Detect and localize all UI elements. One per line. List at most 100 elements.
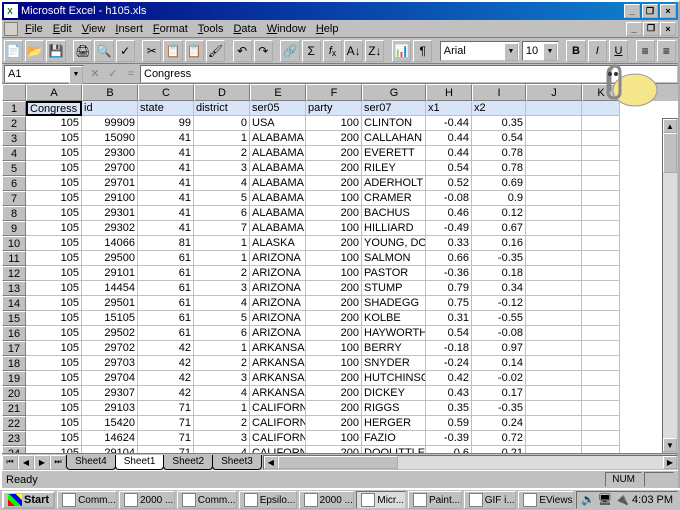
row-header[interactable]: 15 (2, 311, 26, 326)
cell[interactable]: 29307 (82, 386, 138, 401)
row-header[interactable]: 20 (2, 386, 26, 401)
cell[interactable]: 200 (306, 161, 362, 176)
col-header-I[interactable]: I (472, 84, 526, 101)
cell[interactable]: 0.31 (426, 311, 472, 326)
row-header[interactable]: 16 (2, 326, 26, 341)
autosum-button[interactable]: Σ (302, 40, 321, 62)
cell[interactable]: HERGER (362, 416, 426, 431)
cell[interactable]: 61 (138, 311, 194, 326)
cell[interactable] (526, 251, 582, 266)
chart-button[interactable]: 📊 (392, 40, 411, 62)
cell[interactable]: ARKANSAS (250, 356, 306, 371)
cell[interactable] (526, 326, 582, 341)
cell[interactable]: 71 (138, 431, 194, 446)
tray-icon[interactable]: 🔌 (615, 493, 629, 507)
col-header-G[interactable]: G (362, 84, 426, 101)
cell[interactable]: 29703 (82, 356, 138, 371)
cell[interactable] (526, 371, 582, 386)
cell[interactable] (526, 176, 582, 191)
row-header[interactable]: 21 (2, 401, 26, 416)
cell[interactable]: 0.12 (472, 206, 526, 221)
font-name-select[interactable]: Arial (440, 41, 520, 61)
cell[interactable]: 29500 (82, 251, 138, 266)
cell[interactable]: ARKANSAS (250, 341, 306, 356)
cell[interactable]: 105 (26, 356, 82, 371)
prev-sheet-button[interactable]: ◀ (18, 455, 34, 470)
cell[interactable]: 105 (26, 146, 82, 161)
cell[interactable]: 200 (306, 131, 362, 146)
cell[interactable]: 0.14 (472, 356, 526, 371)
cell[interactable]: 105 (26, 221, 82, 236)
sheet-tab-sheet3[interactable]: Sheet3 (212, 455, 262, 470)
cell[interactable]: 0.75 (426, 296, 472, 311)
cell[interactable]: 3 (194, 431, 250, 446)
cell[interactable]: district (194, 101, 250, 116)
cell[interactable] (526, 116, 582, 131)
cell[interactable]: CLINTON (362, 116, 426, 131)
cell[interactable]: 105 (26, 311, 82, 326)
cell[interactable]: 200 (306, 386, 362, 401)
cell[interactable]: 200 (306, 236, 362, 251)
cell[interactable]: 42 (138, 371, 194, 386)
cell[interactable]: 61 (138, 326, 194, 341)
cell[interactable]: 105 (26, 416, 82, 431)
cell[interactable]: YOUNG, DON (362, 236, 426, 251)
cell[interactable]: 200 (306, 326, 362, 341)
cell[interactable] (582, 281, 620, 296)
vscroll-thumb[interactable] (663, 133, 677, 173)
cell[interactable]: id (82, 101, 138, 116)
tray-icon[interactable]: 🔊 (581, 493, 595, 507)
row-header[interactable]: 5 (2, 161, 26, 176)
cell[interactable]: 4 (194, 176, 250, 191)
cell[interactable] (582, 116, 620, 131)
bold-button[interactable]: B (566, 40, 585, 62)
cell[interactable]: x2 (472, 101, 526, 116)
cell[interactable]: 15105 (82, 311, 138, 326)
cell[interactable]: STUMP (362, 281, 426, 296)
cell[interactable] (582, 146, 620, 161)
cell[interactable] (582, 206, 620, 221)
cell[interactable]: 0.66 (426, 251, 472, 266)
spell-button[interactable]: ✓ (116, 40, 135, 62)
cell[interactable]: -0.35 (472, 251, 526, 266)
cell[interactable]: 6 (194, 206, 250, 221)
cell[interactable]: 41 (138, 206, 194, 221)
cell[interactable]: 2 (194, 356, 250, 371)
scroll-right-button[interactable]: ▶ (663, 456, 677, 469)
cell[interactable]: ARIZONA (250, 266, 306, 281)
cell[interactable]: DICKEY (362, 386, 426, 401)
row-header[interactable]: 24 (2, 446, 26, 453)
row-header[interactable]: 18 (2, 356, 26, 371)
cell[interactable] (582, 341, 620, 356)
taskbar-app-button[interactable]: GIF i... (464, 491, 517, 509)
font-size-select[interactable]: 10 (522, 41, 559, 61)
cell[interactable]: 29101 (82, 266, 138, 281)
cell[interactable]: 41 (138, 131, 194, 146)
cell[interactable]: 41 (138, 191, 194, 206)
cell[interactable]: ALABAMA (250, 131, 306, 146)
row-header[interactable]: 13 (2, 281, 26, 296)
hyperlink-button[interactable]: 🔗 (280, 40, 299, 62)
cell[interactable]: -0.08 (426, 191, 472, 206)
cell[interactable]: 99 (138, 116, 194, 131)
cell[interactable]: 7 (194, 221, 250, 236)
cell[interactable]: 200 (306, 371, 362, 386)
cell[interactable]: 41 (138, 146, 194, 161)
sheet-tab-sheet1[interactable]: Sheet1 (115, 455, 165, 470)
col-header-A[interactable]: A (26, 84, 82, 101)
tray-icon[interactable]: 🖥 (598, 493, 612, 507)
cell[interactable] (526, 401, 582, 416)
cell[interactable]: 29301 (82, 206, 138, 221)
col-header-F[interactable]: F (306, 84, 362, 101)
cell[interactable]: 0.24 (472, 416, 526, 431)
cell[interactable] (582, 356, 620, 371)
open-button[interactable]: 📂 (25, 40, 44, 62)
menu-data[interactable]: Data (228, 22, 261, 36)
cell[interactable] (526, 101, 582, 116)
cell[interactable]: SHADEGG (362, 296, 426, 311)
cell[interactable] (526, 131, 582, 146)
cell[interactable] (582, 311, 620, 326)
cell[interactable] (526, 386, 582, 401)
cell[interactable]: 0.78 (472, 161, 526, 176)
cell[interactable]: 100 (306, 341, 362, 356)
